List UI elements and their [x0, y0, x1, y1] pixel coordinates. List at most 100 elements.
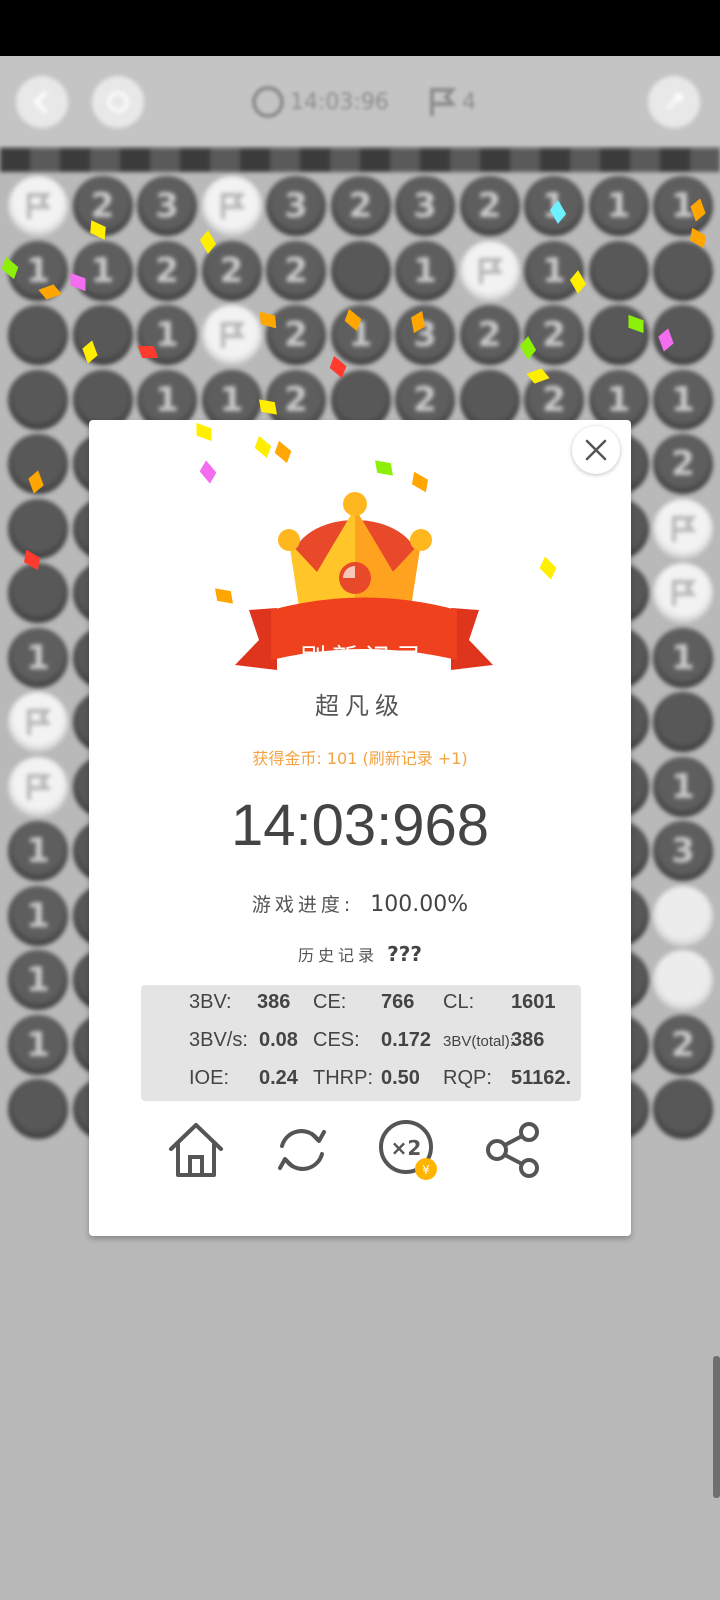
flag-counter: 4 [428, 84, 488, 120]
stat-value: 51162. [511, 1067, 572, 1089]
number-cell[interactable]: 2 [330, 176, 391, 236]
stat-label: CES: [313, 1029, 360, 1051]
restart-button[interactable] [92, 76, 144, 128]
coins-bonus: +1) [432, 749, 468, 768]
flag-icon [478, 257, 503, 284]
number-cell[interactable]: 1 [653, 756, 713, 817]
number-cell[interactable]: 2 [459, 176, 520, 236]
double-label: ×2 [391, 1136, 422, 1160]
stat-label: IOE: [189, 1067, 230, 1089]
flagged-cell[interactable] [8, 176, 68, 236]
stat-label: CE: [313, 991, 347, 1013]
number-cell[interactable]: 1 [8, 1014, 68, 1075]
stat-value: 766 [381, 991, 415, 1013]
clock-icon [252, 86, 284, 118]
coins-earned: 获得金币: 101 (刷新记录 +1) [89, 745, 631, 769]
flagged-cell[interactable] [653, 563, 713, 623]
double-reward-button[interactable]: ×2 ¥ [376, 1118, 440, 1182]
close-button[interactable] [572, 426, 620, 474]
number-cell[interactable]: 1 [8, 950, 68, 1010]
flag-count: 4 [462, 89, 476, 115]
refresh-icon [278, 1129, 326, 1171]
flagged-cell[interactable] [8, 756, 68, 817]
stats-panel: 3BV: 386 CE: 766 CL: 1601 3BV/s: 0.08 CE… [141, 985, 581, 1101]
flagged-cell[interactable] [201, 305, 262, 365]
number-cell[interactable]: 1 [8, 627, 68, 688]
flagged-cell[interactable] [653, 498, 713, 559]
settings-button[interactable] [648, 76, 700, 128]
stat-value: 0.50 [381, 1067, 420, 1089]
number-cell[interactable]: 1 [72, 240, 133, 301]
back-button[interactable] [16, 76, 68, 128]
stats-row: 3BV/s: 0.08 CES: 0.172 3BV(total): 386 [141, 1023, 581, 1057]
close-icon [585, 439, 607, 461]
hidden-cell[interactable] [8, 563, 68, 623]
record-ribbon-text: 刷新记录 [299, 644, 428, 674]
number-cell[interactable]: 2 [653, 1014, 713, 1075]
status-bar [0, 0, 720, 56]
hidden-cell[interactable] [653, 692, 713, 752]
stat-value: 0.08 [259, 1029, 298, 1051]
share-button[interactable] [481, 1118, 545, 1182]
flagged-cell[interactable] [459, 240, 520, 301]
number-cell[interactable]: 2 [459, 305, 520, 365]
number-cell[interactable]: 3 [653, 821, 713, 881]
number-cell[interactable]: 2 [524, 305, 584, 365]
hidden-cell[interactable] [588, 305, 649, 365]
share-icon [486, 1122, 539, 1178]
board-edge [0, 148, 720, 172]
flagged-cell[interactable] [8, 692, 68, 752]
hidden-cell[interactable] [72, 305, 133, 365]
hidden-cell[interactable] [330, 240, 391, 301]
flagged-cell[interactable] [201, 176, 262, 236]
game-progress: 游戏进度: 100.00% [89, 890, 631, 917]
number-cell[interactable]: 3 [266, 176, 326, 236]
flag-icon [27, 193, 52, 219]
number-cell[interactable]: 2 [137, 240, 197, 301]
open-cell[interactable] [653, 885, 713, 946]
hidden-cell[interactable] [653, 1079, 713, 1139]
number-cell[interactable]: 2 [653, 434, 713, 494]
crown-badge: 刷新记录 [229, 460, 499, 675]
flag-icon [672, 580, 697, 606]
hidden-cell[interactable] [8, 1079, 68, 1139]
progress-value: 100.00% [370, 892, 469, 917]
replay-button[interactable] [270, 1118, 334, 1182]
scrollbar[interactable] [713, 1356, 720, 1498]
number-cell[interactable]: 3 [395, 305, 455, 365]
double-coin-icon: ×2 ¥ [379, 1120, 437, 1180]
open-cell[interactable] [653, 950, 713, 1010]
number-cell[interactable]: 1 [395, 240, 455, 301]
number-cell[interactable]: 3 [395, 176, 455, 236]
stat-label: THRP: [313, 1067, 373, 1089]
hidden-cell[interactable] [588, 240, 649, 301]
number-cell[interactable]: 1 [653, 627, 713, 688]
timer-text: 14:03:96 [290, 89, 389, 115]
flag-icon [220, 322, 245, 348]
number-cell[interactable]: 1 [524, 240, 584, 301]
confetti-piece [259, 399, 277, 415]
home-button[interactable] [164, 1118, 228, 1182]
progress-label: 游戏进度: [251, 894, 355, 916]
number-cell[interactable]: 1 [330, 305, 391, 365]
stat-value: 1601 [511, 991, 556, 1013]
number-cell[interactable]: 1 [8, 885, 68, 946]
number-cell[interactable]: 2 [266, 305, 326, 365]
number-cell[interactable]: 1 [588, 176, 649, 236]
number-cell[interactable]: 3 [137, 176, 197, 236]
number-cell[interactable]: 2 [266, 240, 326, 301]
hidden-cell[interactable] [653, 240, 713, 301]
action-bar: ×2 ¥ [89, 1118, 631, 1188]
number-cell[interactable]: 1 [653, 369, 713, 430]
coins-label: 获得金币: [252, 749, 322, 768]
restart-icon [107, 91, 129, 113]
stats-row: 3BV: 386 CE: 766 CL: 1601 [141, 985, 581, 1019]
number-cell[interactable]: 1 [653, 176, 713, 236]
hidden-cell[interactable] [8, 369, 68, 430]
svg-text:¥: ¥ [422, 1163, 430, 1177]
hidden-cell[interactable] [8, 305, 68, 365]
stat-label: RQP: [443, 1067, 492, 1089]
hidden-cell[interactable] [8, 498, 68, 559]
number-cell[interactable]: 1 [8, 821, 68, 881]
game-timer: 14:03:96 [252, 84, 392, 120]
